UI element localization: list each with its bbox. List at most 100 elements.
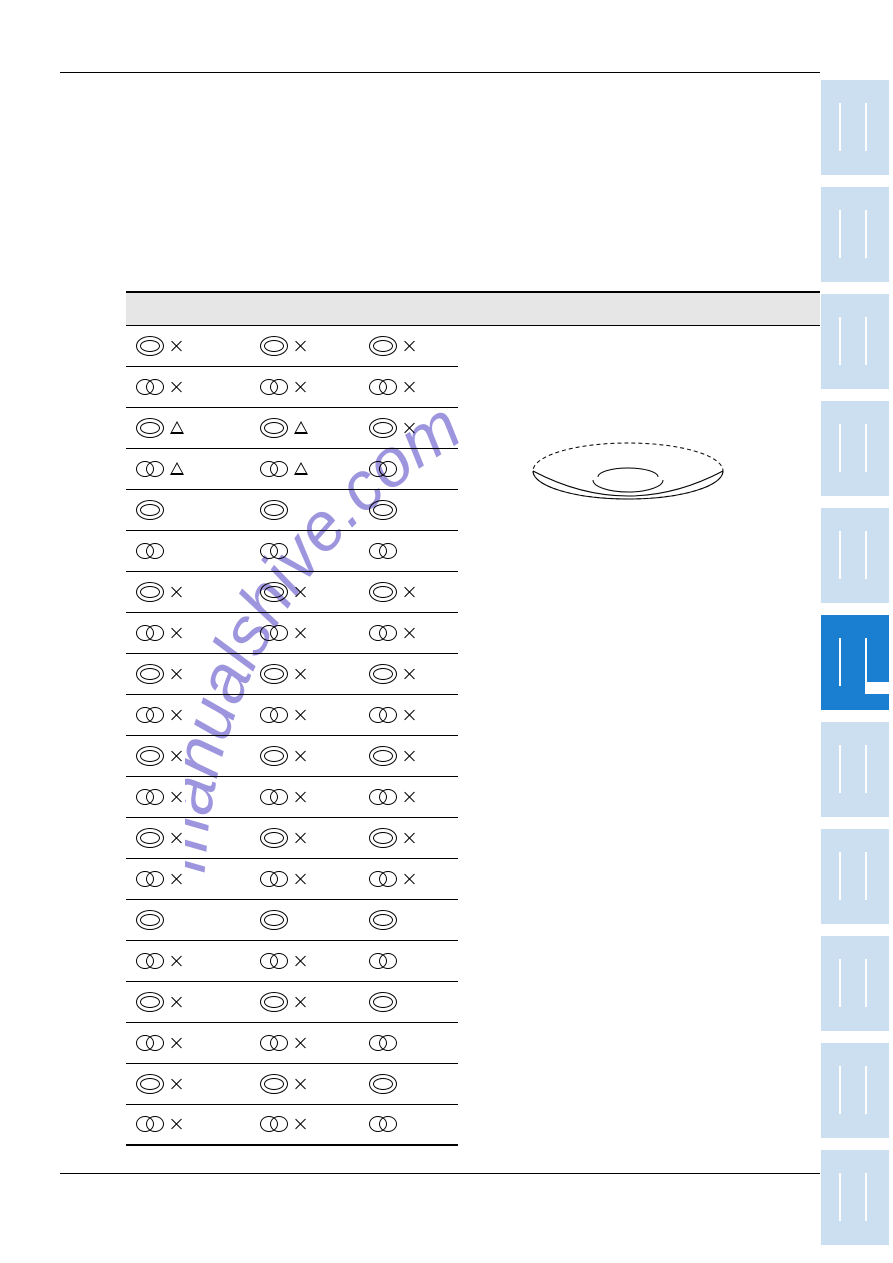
double-oval-icon [136, 664, 164, 684]
table-cell [126, 817, 250, 858]
figure-cell [458, 325, 820, 1145]
double-oval-icon [136, 992, 164, 1012]
cross-icon [170, 1036, 184, 1050]
double-oval-icon [136, 1074, 164, 1094]
double-oval-icon [369, 828, 397, 848]
cross-icon [170, 339, 184, 353]
table-header-cell [250, 292, 359, 325]
table-cell [250, 776, 359, 817]
two-ovals-icon [260, 953, 288, 969]
table-cell [359, 653, 458, 694]
two-ovals-icon [260, 707, 288, 723]
section-tab[interactable] [821, 829, 889, 924]
compatibility-table [126, 291, 820, 1146]
section-tab[interactable] [821, 187, 889, 282]
table-cell [359, 817, 458, 858]
double-oval-icon [260, 910, 288, 930]
table-cell [250, 530, 359, 571]
cross-icon [294, 585, 308, 599]
cross-icon [294, 667, 308, 681]
two-ovals-icon [136, 1116, 164, 1132]
table-cell [359, 858, 458, 899]
double-oval-icon [369, 746, 397, 766]
cross-icon [403, 749, 417, 763]
cross-icon [170, 626, 184, 640]
table-cell [250, 448, 359, 489]
section-tab[interactable] [821, 294, 889, 389]
double-oval-icon [369, 418, 397, 438]
cross-icon [170, 749, 184, 763]
two-ovals-icon [369, 461, 397, 477]
two-ovals-icon [369, 379, 397, 395]
two-ovals-icon [260, 871, 288, 887]
table-cell [359, 1022, 458, 1063]
cross-icon [170, 1077, 184, 1091]
cross-icon [294, 1077, 308, 1091]
double-oval-icon [369, 1074, 397, 1094]
footer-rule [60, 1173, 820, 1174]
double-oval-icon [260, 418, 288, 438]
section-tab[interactable] [821, 80, 889, 175]
two-ovals-icon [260, 1035, 288, 1051]
table-cell [126, 1022, 250, 1063]
table-cell [359, 325, 458, 366]
cross-icon [294, 995, 308, 1009]
cross-icon [294, 626, 308, 640]
table-cell [250, 571, 359, 612]
section-tab[interactable] [821, 722, 889, 817]
double-oval-icon [369, 664, 397, 684]
table-cell [126, 653, 250, 694]
double-oval-icon [136, 746, 164, 766]
cross-icon [403, 667, 417, 681]
section-tab[interactable] [821, 508, 889, 603]
section-tab[interactable] [821, 615, 889, 710]
double-oval-icon [136, 500, 164, 520]
side-tabs [821, 80, 889, 1257]
section-tab[interactable] [821, 1150, 889, 1245]
cross-icon [294, 831, 308, 845]
table-cell [250, 407, 359, 448]
two-ovals-icon [260, 789, 288, 805]
double-oval-icon [369, 992, 397, 1012]
table-cell [359, 366, 458, 407]
double-oval-icon [260, 828, 288, 848]
table-cell [359, 981, 458, 1022]
table-cell [250, 1063, 359, 1104]
table-cell [126, 735, 250, 776]
table-cell [359, 612, 458, 653]
two-ovals-icon [136, 871, 164, 887]
double-oval-icon [260, 336, 288, 356]
table-cell [250, 612, 359, 653]
cross-icon [170, 872, 184, 886]
table-cell [126, 489, 250, 530]
table-cell [359, 571, 458, 612]
table-cell [250, 899, 359, 940]
section-tab[interactable] [821, 401, 889, 496]
table-cell [126, 694, 250, 735]
table-cell [250, 858, 359, 899]
two-ovals-icon [369, 625, 397, 641]
disc-illustration-icon [518, 436, 738, 516]
table-cell [250, 366, 359, 407]
table-cell [126, 325, 250, 366]
double-oval-icon [260, 500, 288, 520]
table-cell [126, 571, 250, 612]
table-cell [126, 612, 250, 653]
double-oval-icon [136, 336, 164, 356]
table-cell [126, 940, 250, 981]
cross-icon [294, 380, 308, 394]
cross-icon [294, 790, 308, 804]
cross-icon [170, 954, 184, 968]
table-cell [250, 489, 359, 530]
section-tab[interactable] [821, 936, 889, 1031]
table-cell [126, 981, 250, 1022]
cross-icon [403, 626, 417, 640]
section-tab[interactable] [821, 1043, 889, 1138]
two-ovals-icon [369, 707, 397, 723]
table-cell [359, 530, 458, 571]
two-ovals-icon [369, 1116, 397, 1132]
table-cell [126, 448, 250, 489]
two-ovals-icon [260, 625, 288, 641]
two-ovals-icon [369, 789, 397, 805]
cross-icon [170, 831, 184, 845]
